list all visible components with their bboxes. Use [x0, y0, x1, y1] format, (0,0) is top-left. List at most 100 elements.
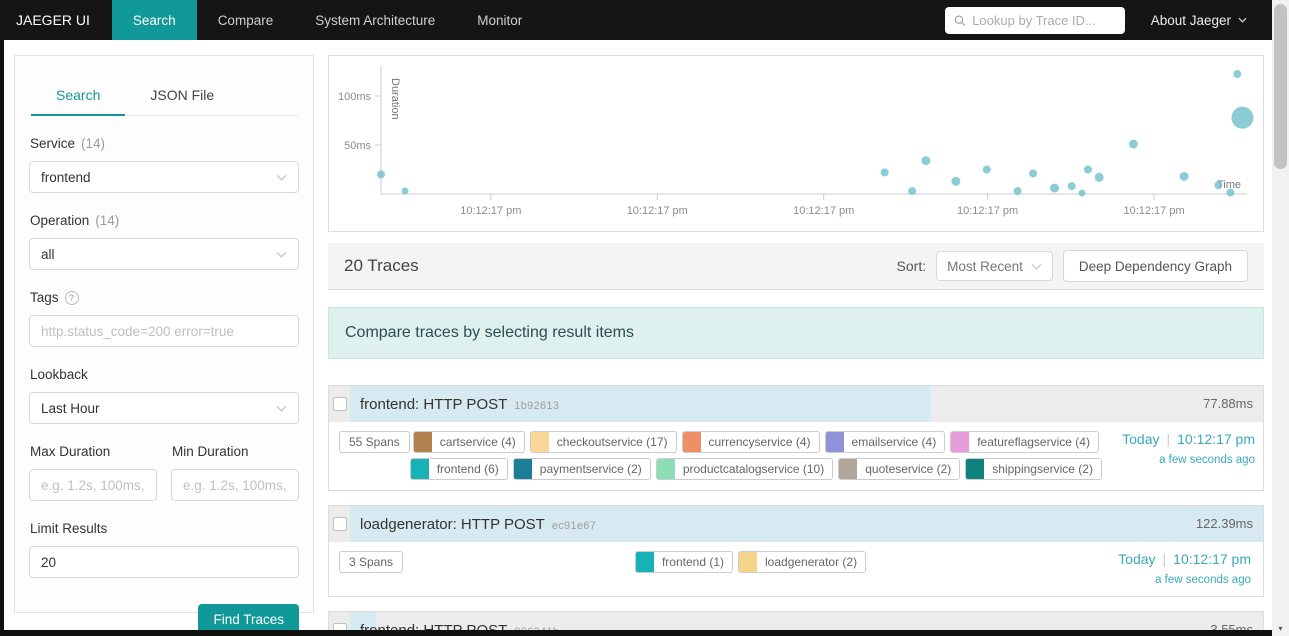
trace-date[interactable]: Today: [1122, 431, 1159, 447]
nav-item-compare[interactable]: Compare: [197, 0, 295, 40]
service-chip-label: loadgenerator (2): [765, 555, 858, 569]
service-color-swatch: [530, 432, 549, 452]
service-chip[interactable]: frontend (1): [634, 551, 734, 573]
trace-scatter-point[interactable]: [1067, 182, 1076, 191]
trace-scatter-point[interactable]: [1050, 183, 1060, 193]
trace-scatter-point[interactable]: [1094, 172, 1104, 182]
nav-item-system-architecture[interactable]: System Architecture: [294, 0, 456, 40]
min-duration-input[interactable]: [171, 469, 299, 501]
trace-scatter-point[interactable]: [1233, 70, 1242, 79]
results-column: 50ms 100ms 10:12:17 pm 10:12:17 pm 10:12:17 …: [328, 40, 1264, 630]
service-color-swatch: [682, 432, 701, 452]
operation-select[interactable]: all: [29, 238, 299, 270]
trace-duration: 122.39ms: [1195, 516, 1253, 531]
scrollbar-thumb[interactable]: [1274, 4, 1287, 169]
service-select[interactable]: frontend: [29, 161, 299, 193]
tab-search[interactable]: Search: [31, 78, 126, 116]
trace-id: 1b92613: [514, 399, 560, 412]
limit-results-label: Limit Results: [30, 521, 108, 536]
trace-lookup-box[interactable]: [944, 6, 1125, 34]
trace-result-card[interactable]: frontend: HTTP POST 1b92613 77.88ms 55 Span…: [328, 385, 1264, 491]
trace-scatter-point[interactable]: [1128, 139, 1138, 149]
service-chip-row: frontend (1) loadgenerator (2): [634, 551, 867, 573]
trace-select-checkbox[interactable]: [333, 517, 347, 531]
svg-text:10:12:17 pm: 10:12:17 pm: [460, 205, 521, 217]
trace-select-checkbox[interactable]: [333, 623, 347, 630]
max-duration-input[interactable]: [29, 469, 157, 501]
lookback-select[interactable]: Last Hour: [29, 392, 299, 424]
trace-timestamp: Today | 10:12:17 pm: [1098, 551, 1251, 567]
service-chip-label: checkoutservice (17): [556, 435, 668, 449]
service-chip[interactable]: loadgenerator (2): [738, 551, 867, 573]
trace-scatter-point[interactable]: [982, 165, 991, 174]
service-chip[interactable]: quoteservice (2): [838, 458, 961, 480]
trace-scatter-point[interactable]: [377, 170, 385, 179]
trace-scatter-point[interactable]: [1226, 188, 1235, 197]
svg-text:10:12:17 pm: 10:12:17 pm: [793, 205, 854, 217]
trace-date[interactable]: Today: [1118, 551, 1155, 567]
scrollbar-down-arrow[interactable]: ▾: [1272, 624, 1289, 633]
trace-scatter-point[interactable]: [1214, 181, 1223, 190]
trace-scatter-point[interactable]: [1029, 169, 1038, 178]
service-chip-label: cartservice (4): [439, 435, 516, 449]
trace-card-header[interactable]: loadgenerator: HTTP POST ec91e67 122.39ms: [329, 506, 1263, 542]
tab-json-file[interactable]: JSON File: [125, 78, 239, 115]
sort-select[interactable]: Most Recent: [936, 251, 1053, 281]
trace-duration: 77.88ms: [1203, 396, 1253, 411]
trace-scatter-point[interactable]: [1083, 165, 1092, 174]
service-chip[interactable]: paymentservice (2): [512, 458, 651, 480]
tags-label: Tags ?: [30, 290, 298, 305]
trace-id: 066341b: [514, 626, 559, 631]
span-count-pill: 55 Spans: [339, 431, 410, 453]
search-icon: [954, 14, 965, 26]
duration-scatterplot[interactable]: 50ms 100ms 10:12:17 pm 10:12:17 pm 10:12:17 …: [328, 55, 1264, 232]
service-chip[interactable]: currencyservice (4): [681, 431, 820, 453]
lookback-label: Lookback: [30, 367, 88, 382]
trace-select-checkbox[interactable]: [333, 397, 347, 411]
tags-input[interactable]: [29, 315, 299, 347]
about-jaeger-menu[interactable]: About Jaeger: [1151, 13, 1247, 28]
service-chip[interactable]: shippingservice (2): [965, 458, 1102, 480]
service-chip-label: emailservice (4): [851, 435, 937, 449]
trace-scatter-point[interactable]: [880, 168, 889, 177]
trace-title: frontend: HTTP POST 1b92613: [360, 395, 560, 413]
trace-age: a few seconds ago: [1159, 454, 1255, 466]
service-chip[interactable]: emailservice (4): [824, 431, 946, 453]
help-icon[interactable]: ?: [64, 290, 79, 305]
nav-item-search[interactable]: Search: [111, 0, 197, 40]
trace-scatter-point[interactable]: [1078, 189, 1086, 197]
service-chip[interactable]: cartservice (4): [412, 431, 525, 453]
deep-dependency-graph-button[interactable]: Deep Dependency Graph: [1062, 250, 1248, 282]
limit-results-input[interactable]: [29, 546, 299, 578]
chevron-down-icon: [276, 251, 287, 258]
page-scrollbar[interactable]: ▾: [1272, 0, 1289, 636]
trace-scatter-point[interactable]: [951, 176, 961, 186]
trace-card-header[interactable]: frontend: HTTP POST 1b92613 77.88ms: [329, 386, 1263, 422]
trace-scatter-point[interactable]: [1231, 106, 1254, 129]
service-chip[interactable]: featureflagservice (4): [950, 431, 1099, 453]
trace-lookup-input[interactable]: [972, 12, 1116, 28]
service-chip[interactable]: frontend (6): [409, 458, 508, 480]
nav-item-monitor[interactable]: Monitor: [456, 0, 543, 40]
service-color-swatch: [951, 432, 970, 452]
trace-scatter-point[interactable]: [1013, 187, 1022, 196]
service-chip[interactable]: checkoutservice (17): [529, 431, 677, 453]
about-jaeger-label: About Jaeger: [1150, 12, 1231, 28]
find-traces-button[interactable]: Find Traces: [198, 604, 299, 630]
service-chip-label: productcatalogservice (10): [682, 462, 825, 476]
service-chip-label: currencyservice (4): [708, 435, 811, 449]
trace-result-card[interactable]: frontend: HTTP POST066341b 3.55ms: [328, 611, 1264, 630]
trace-scatter-point[interactable]: [921, 156, 931, 166]
chevron-down-icon: [1238, 17, 1247, 23]
service-chip-label: frontend (6): [436, 462, 499, 476]
compare-traces-banner: Compare traces by selecting result items: [328, 307, 1264, 359]
service-chip-label: frontend (1): [661, 555, 725, 569]
trace-scatter-point[interactable]: [908, 187, 917, 196]
trace-result-card[interactable]: loadgenerator: HTTP POST ec91e67 122.39ms 3…: [328, 505, 1264, 597]
trace-card-header[interactable]: frontend: HTTP POST066341b 3.55ms: [329, 612, 1263, 630]
service-chip[interactable]: productcatalogservice (10): [655, 458, 834, 480]
trace-scatter-point[interactable]: [401, 187, 409, 195]
trace-scatter-point[interactable]: [1179, 171, 1189, 181]
scatterplot-canvas: 50ms 100ms 10:12:17 pm 10:12:17 pm 10:12:17 …: [338, 66, 1254, 217]
trace-age: a few seconds ago: [1155, 574, 1251, 586]
